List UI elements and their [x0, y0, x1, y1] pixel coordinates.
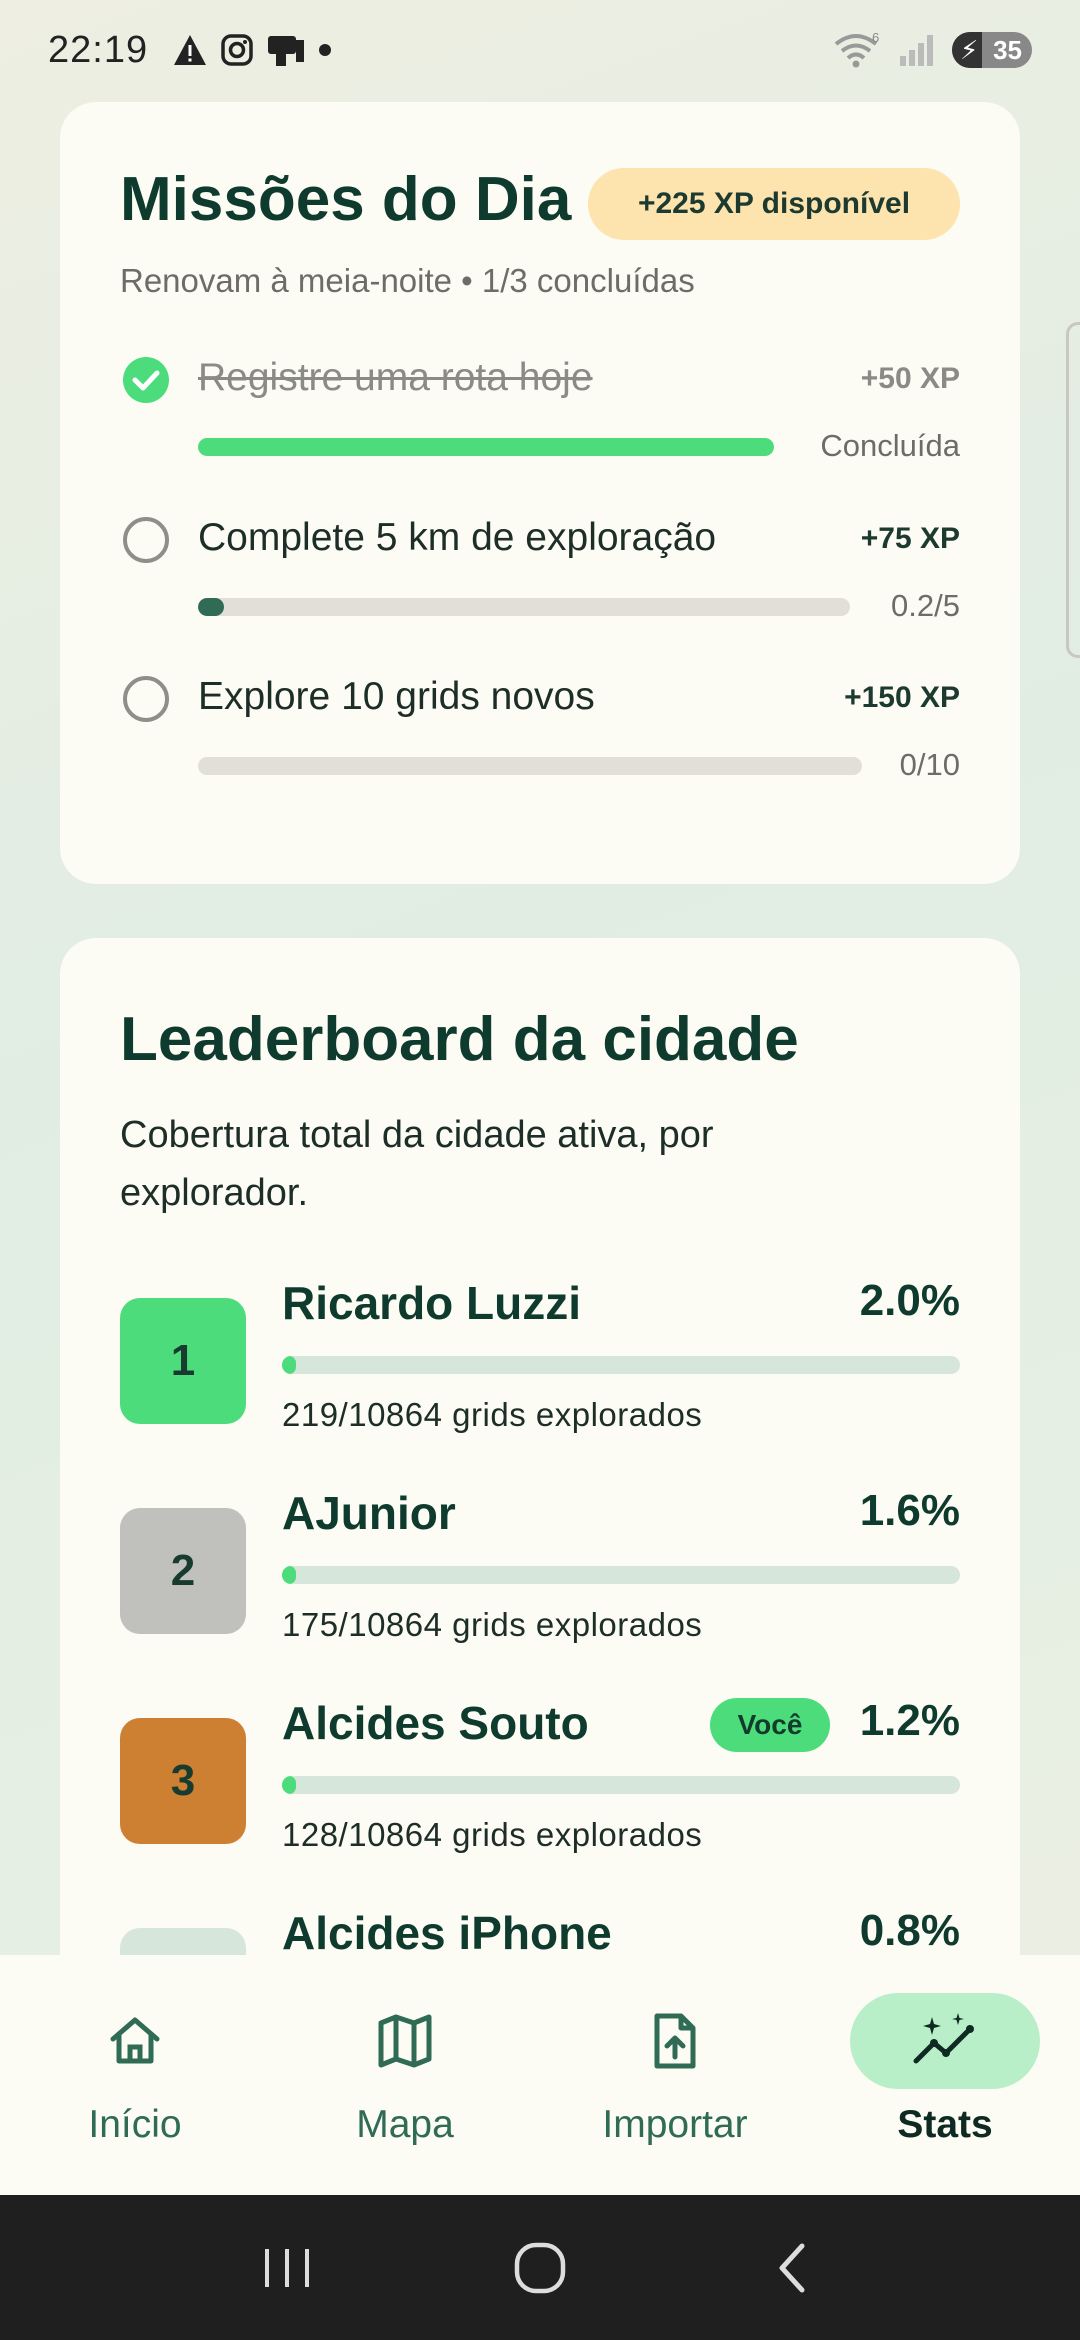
nav-item-inicio[interactable]: Início [0, 1955, 270, 2195]
mission-progress-text: Concluída [820, 428, 960, 463]
you-badge: Você [710, 1698, 830, 1752]
instagram-icon [221, 34, 253, 66]
mission-progress-text: 0/10 [899, 747, 960, 782]
mission-progress-bar [198, 438, 774, 456]
coverage-bar [282, 1356, 960, 1374]
more-notifications-dot-icon [319, 44, 332, 56]
app-notification-icon [268, 36, 305, 66]
nav-pill-active [850, 1993, 1040, 2089]
map-icon [378, 2014, 432, 2068]
grids-explored: 175/10864 grids explorados [282, 1606, 703, 1643]
nav-item-mapa[interactable]: Mapa [270, 1955, 540, 2195]
mission-xp: +150 XP [844, 681, 960, 714]
recent-apps-icon [264, 2248, 309, 2287]
coverage-bar-fill [282, 1356, 296, 1374]
mission-xp: +75 XP [860, 522, 960, 555]
back-chevron-icon [779, 2243, 805, 2292]
nav-item-importar[interactable]: Importar [540, 1955, 810, 2195]
coverage-bar [282, 1566, 960, 1584]
explorer-name: Alcides iPhone [282, 1907, 612, 1959]
rank-badge: 3 [120, 1718, 246, 1844]
import-file-icon [654, 2013, 696, 2069]
wifi-icon: 6 [834, 30, 879, 68]
svg-text:6: 6 [872, 30, 879, 45]
scrollbar-thumb[interactable] [1066, 322, 1080, 658]
battery-indicator: ⚡ 35 [952, 32, 1032, 68]
check-circle-icon [123, 357, 169, 403]
rank-badge: 2 [120, 1508, 246, 1634]
back-button[interactable] [748, 2223, 838, 2313]
recent-apps-button[interactable] [242, 2223, 332, 2313]
empty-circle-icon [123, 676, 169, 722]
coverage-bar-fill [282, 1566, 296, 1584]
stats-sparkle-icon [913, 2013, 974, 2064]
missions-subtitle: Renovam à meia-noite • 1/3 concluídas [120, 262, 695, 299]
leaderboard-row[interactable]: 2 AJunior 1.6% 175/10864 grids explorado… [60, 1486, 1020, 1686]
nav-label: Início [88, 2103, 182, 2146]
bottom-navigation: Início Mapa Importar Stats [0, 1955, 1080, 2195]
xp-available-badge: +225 XP disponível [588, 168, 960, 240]
coverage-percent: 1.2% [859, 1696, 960, 1745]
charging-bolt-icon: ⚡ [960, 35, 979, 65]
mission-xp: +50 XP [860, 362, 960, 395]
grids-explored: 128/10864 grids explorados [282, 1816, 703, 1853]
explorer-name: Alcides Souto [282, 1697, 589, 1749]
leaderboard-title: Leaderboard da cidade [120, 1005, 799, 1074]
home-icon [110, 2017, 160, 2064]
mission-label: Complete 5 km de exploração [198, 516, 717, 559]
mission-progress-bar [198, 757, 862, 775]
home-circle-icon [514, 2242, 566, 2293]
empty-circle-icon [123, 517, 169, 563]
home-button[interactable] [495, 2223, 585, 2313]
mission-item[interactable]: Registre uma rota hoje +50 XP Concluída [60, 352, 1020, 482]
mission-progress-fill [198, 438, 774, 456]
mission-label: Registre uma rota hoje [198, 356, 593, 399]
mission-item[interactable]: Complete 5 km de exploração +75 XP 0.2/5 [60, 512, 1020, 642]
nav-label: Mapa [356, 2103, 454, 2146]
grids-explored: 219/10864 grids explorados [282, 1396, 703, 1433]
mission-progress-fill [198, 598, 225, 616]
nav-item-stats[interactable]: Stats [810, 1955, 1080, 2195]
coverage-percent: 2.0% [859, 1276, 960, 1325]
explorer-name: Ricardo Luzzi [282, 1277, 582, 1329]
signal-icon [900, 35, 933, 66]
battery-level: 35 [993, 34, 1022, 65]
city-leaderboard-card: Leaderboard da cidade Cobertura total da… [60, 938, 1020, 2038]
nav-label: Stats [897, 2103, 993, 2146]
mission-progress-text: 0.2/5 [891, 588, 960, 623]
daily-missions-card: Missões do Dia +225 XP disponível Renova… [60, 102, 1020, 884]
nav-label: Importar [602, 2103, 748, 2146]
leaderboard-row-you[interactable]: 3 Alcides Souto Você 1.2% 128/10864 grid… [60, 1696, 1020, 1896]
mission-label: Explore 10 grids novos [198, 675, 595, 718]
mission-item[interactable]: Explore 10 grids novos +150 XP 0/10 [60, 671, 1020, 801]
coverage-percent: 0.8% [859, 1906, 960, 1955]
status-bar: 22:19 6 ⚡ 35 [0, 0, 1080, 100]
leaderboard-row[interactable]: 1 Ricardo Luzzi 2.0% 219/10864 grids exp… [60, 1276, 1020, 1476]
leaderboard-subtitle: Cobertura total da cidade ativa, por exp… [120, 1114, 714, 1214]
missions-title: Missões do Dia [120, 165, 572, 234]
nav-pill [310, 1993, 500, 2089]
warning-icon [174, 35, 207, 65]
nav-pill [580, 1993, 770, 2089]
coverage-percent: 1.6% [859, 1486, 960, 1535]
coverage-bar [282, 1776, 960, 1794]
nav-pill [40, 1993, 230, 2089]
system-navigation-bar [0, 2195, 1080, 2340]
explorer-name: AJunior [282, 1487, 456, 1539]
mission-progress-bar [198, 598, 850, 616]
status-time: 22:19 [48, 28, 149, 71]
rank-badge: 1 [120, 1298, 246, 1424]
coverage-bar-fill [282, 1776, 296, 1794]
